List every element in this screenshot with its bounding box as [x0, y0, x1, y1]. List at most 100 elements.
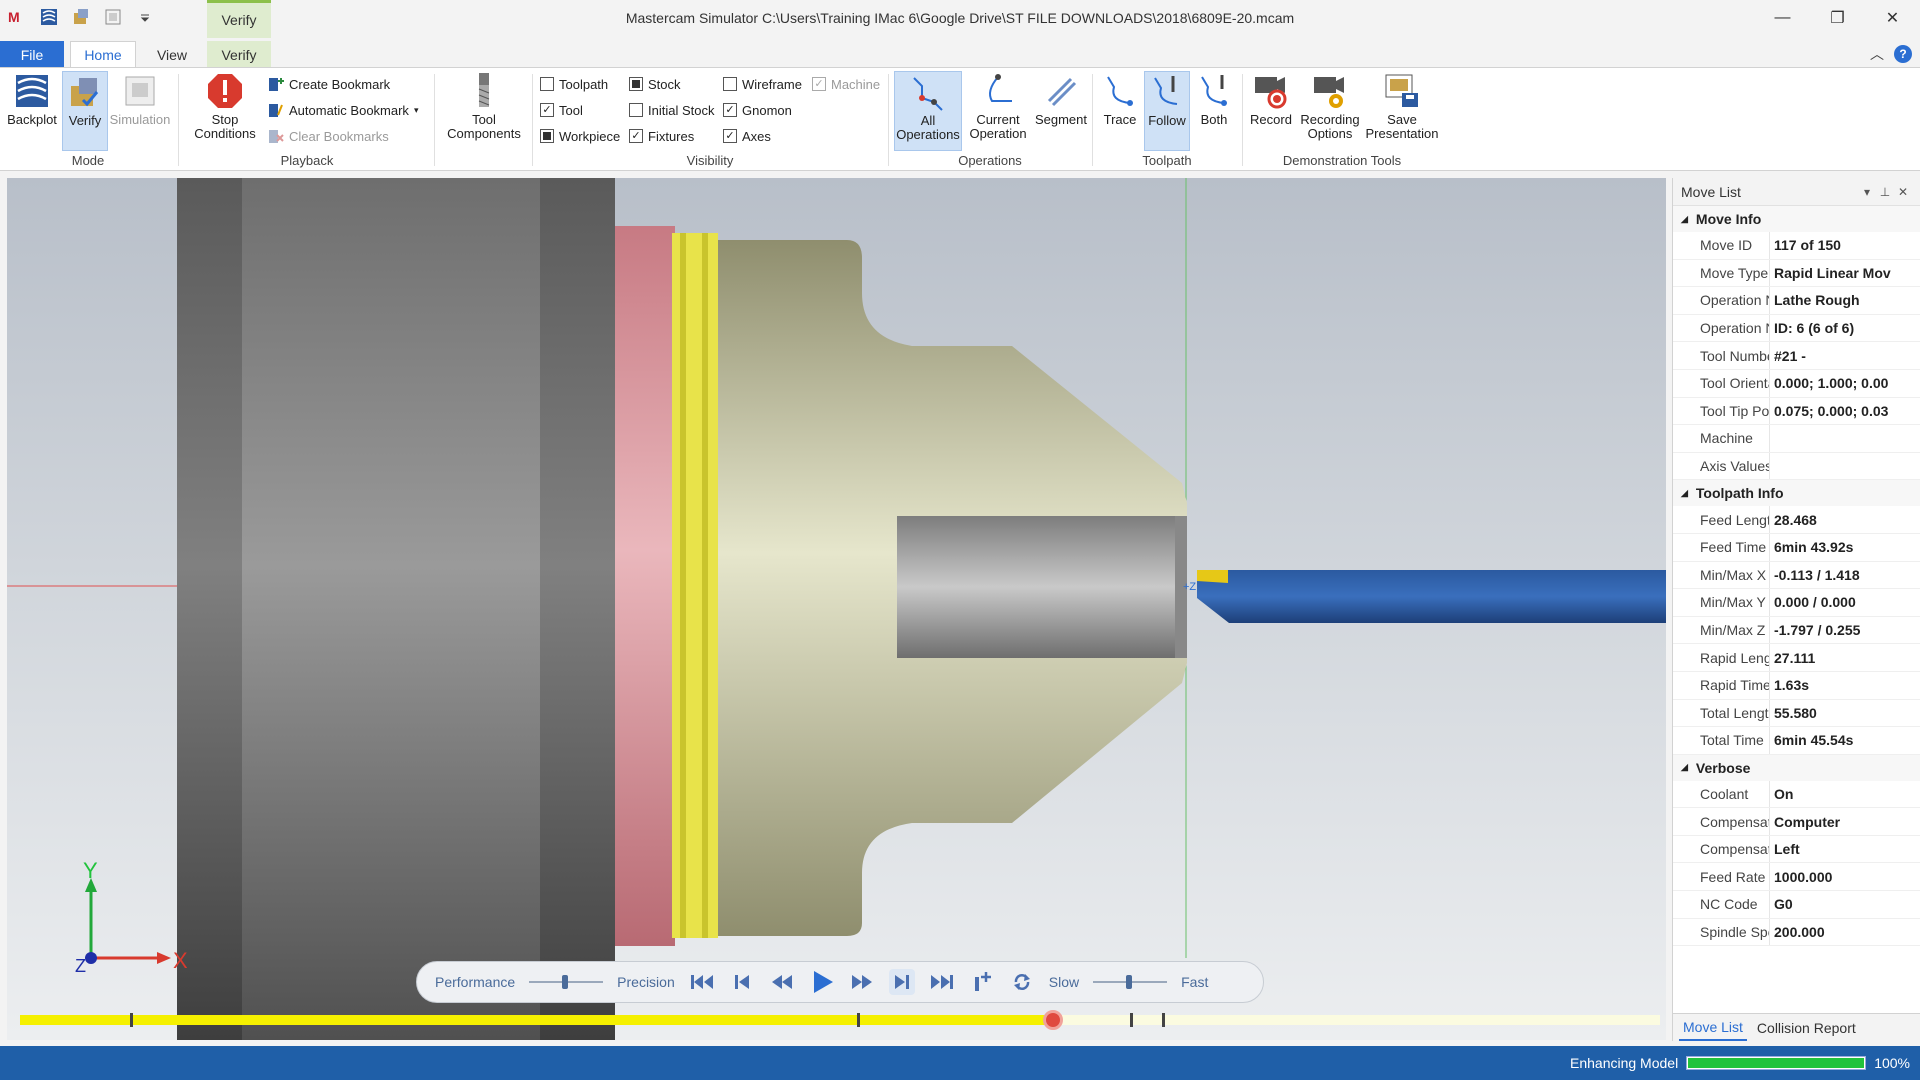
collapse-triangle-icon[interactable]: ◢	[1681, 214, 1688, 225]
stock-checkbox[interactable]: Stock	[629, 74, 681, 94]
fixtures-checkbox[interactable]: ✓ Fixtures	[629, 126, 694, 146]
tab-file[interactable]: File	[0, 41, 64, 68]
property-row[interactable]: Tool Number#21 -	[1673, 342, 1920, 370]
tab-collision-report[interactable]: Collision Report	[1753, 1016, 1860, 1040]
property-row[interactable]: NC Code G0	[1673, 891, 1920, 919]
clear-bookmarks-button[interactable]: Clear Bookmarks	[266, 126, 389, 146]
trace-button[interactable]: Trace	[1098, 71, 1142, 151]
property-row[interactable]: Feed Length28.468	[1673, 506, 1920, 534]
simulation-button[interactable]: Simulation	[108, 71, 172, 151]
property-row[interactable]: Axis Values	[1673, 452, 1920, 481]
simulation-viewport[interactable]: +Z Y X Z Performance Precision Slow Fast	[7, 178, 1666, 1040]
backplot-button[interactable]: Backplot	[4, 71, 60, 151]
property-row[interactable]: Rapid Length27.111	[1673, 644, 1920, 672]
step-forward-button[interactable]	[888, 969, 915, 995]
workpiece-checkbox[interactable]: Workpiece	[540, 126, 620, 146]
create-bookmark-button[interactable]: Create Bookmark	[266, 74, 390, 94]
window-title: Mastercam Simulator C:\Users\Training IM…	[625, 10, 1295, 26]
gnomon-z-label: Z	[75, 956, 86, 976]
property-row[interactable]: Machine	[1673, 425, 1920, 453]
property-row[interactable]: Min/Max X -0.113 / 1.418	[1673, 561, 1920, 590]
toolpath-checkbox[interactable]: Toolpath	[540, 74, 608, 94]
save-presentation-button[interactable]: Save Presentation	[1366, 71, 1439, 151]
property-row[interactable]: Move Type Rapid Linear Mov	[1673, 259, 1920, 288]
timeline-operation-marker[interactable]	[1130, 1013, 1133, 1027]
tab-move-list[interactable]: Move List	[1679, 1015, 1747, 1041]
property-row[interactable]: CompensatiorLeft	[1673, 835, 1920, 864]
step-back-button[interactable]	[729, 969, 755, 995]
tool-components-button[interactable]: Tool Components	[440, 71, 528, 151]
stop-conditions-button[interactable]: Stop Conditions	[186, 71, 264, 151]
axes-checkbox[interactable]: ✓ Axes	[723, 126, 771, 146]
collapse-triangle-icon[interactable]: ◢	[1681, 762, 1688, 773]
collapse-ribbon-icon[interactable]: ︿	[1870, 44, 1884, 64]
collapse-triangle-icon[interactable]: ◢	[1681, 488, 1688, 499]
tool-checkbox[interactable]: ✓ Tool	[540, 100, 583, 120]
recording-options-button[interactable]: Recording Options	[1296, 71, 1364, 151]
play-button[interactable]	[809, 969, 835, 995]
tab-view[interactable]: View	[144, 41, 200, 68]
add-bookmark-button[interactable]	[969, 969, 995, 995]
machine-checkbox[interactable]: ✓ Machine	[812, 74, 880, 94]
close-panel-icon[interactable]: ✕	[1894, 185, 1912, 199]
backplot-quick-icon[interactable]	[38, 6, 60, 28]
wireframe-checkbox[interactable]: Wireframe	[723, 74, 802, 94]
simulation-quick-icon[interactable]	[102, 6, 124, 28]
help-icon[interactable]: ?	[1894, 45, 1912, 63]
all-operations-button[interactable]: All Operations	[894, 71, 962, 151]
go-to-start-button[interactable]	[689, 969, 715, 995]
tab-home[interactable]: Home	[70, 41, 136, 68]
property-row[interactable]: Tool Orientati0.000; 1.000; 0.00	[1673, 369, 1920, 398]
property-row[interactable]: Min/Max Z -1.797 / 0.255	[1673, 616, 1920, 645]
record-button[interactable]: Record	[1246, 71, 1296, 151]
property-row[interactable]: CompensatiorComputer	[1673, 808, 1920, 836]
current-operation-button[interactable]: Current Operation	[964, 71, 1032, 151]
property-row[interactable]: Move ID 117 of 150	[1673, 232, 1920, 260]
timeline-operation-marker[interactable]	[130, 1013, 133, 1027]
minimize-icon[interactable]: —	[1755, 0, 1810, 36]
property-row[interactable]: Min/Max Y 0.000 / 0.000	[1673, 589, 1920, 617]
property-key: Tool Number	[1700, 347, 1769, 364]
loop-button[interactable]	[1009, 969, 1035, 995]
go-to-end-button[interactable]	[929, 969, 955, 995]
initial-stock-checkbox[interactable]: Initial Stock	[629, 100, 714, 120]
verify-button[interactable]: Verify	[62, 71, 108, 151]
fast-forward-button[interactable]	[849, 969, 875, 995]
speed-slider-thumb[interactable]	[1126, 975, 1133, 989]
close-icon[interactable]: ✕	[1865, 0, 1920, 36]
property-section-header[interactable]: ◢ Toolpath Info	[1673, 480, 1920, 507]
mastercam-logo-icon[interactable]: M	[6, 6, 28, 28]
simulation-timeline[interactable]	[20, 1010, 1660, 1030]
gnomon-x-label: X	[173, 948, 187, 973]
property-row[interactable]: Feed Rate 1000.000	[1673, 863, 1920, 892]
property-row[interactable]: Total Length 55.580	[1673, 699, 1920, 728]
property-row[interactable]: Total Time 6min 45.54s	[1673, 727, 1920, 755]
automatic-bookmark-button[interactable]: Automatic Bookmark ▾	[266, 100, 418, 120]
rewind-button[interactable]	[769, 969, 795, 995]
verify-quick-icon[interactable]	[70, 6, 92, 28]
gnomon-checkbox[interactable]: ✓ Gnomon	[723, 100, 792, 120]
property-row[interactable]: Tool Tip Positi0.075; 0.000; 0.03	[1673, 397, 1920, 426]
speed-slider[interactable]	[1093, 974, 1168, 990]
pin-icon[interactable]: ⊥	[1876, 185, 1894, 199]
timeline-operation-marker[interactable]	[857, 1013, 860, 1027]
follow-button[interactable]: Follow	[1144, 71, 1190, 151]
segment-button[interactable]: Segment	[1034, 71, 1088, 151]
restore-icon[interactable]: ❐	[1810, 0, 1865, 36]
customize-dropdown-icon[interactable]	[134, 6, 156, 28]
property-row[interactable]: Feed Time 6min 43.92s	[1673, 533, 1920, 562]
property-row[interactable]: Operation NaLathe Rough	[1673, 287, 1920, 315]
property-row[interactable]: Spindle Speec200.000	[1673, 918, 1920, 947]
quality-slider[interactable]	[529, 974, 604, 990]
operations-group: All Operations Current Operation Segment…	[890, 68, 1090, 172]
property-row[interactable]: Operation NuID: 6 (6 of 6)	[1673, 314, 1920, 343]
timeline-operation-marker[interactable]	[1162, 1013, 1165, 1027]
tab-verify[interactable]: Verify	[207, 41, 271, 68]
panel-dropdown-icon[interactable]: ▾	[1858, 185, 1876, 199]
quality-slider-thumb[interactable]	[562, 975, 569, 989]
both-button[interactable]: Both	[1192, 71, 1236, 151]
property-section-header[interactable]: ◢ Verbose	[1673, 754, 1920, 781]
property-row[interactable]: Coolant On	[1673, 780, 1920, 809]
property-section-header[interactable]: ◢ Move Info	[1673, 206, 1920, 232]
property-row[interactable]: Rapid Time 1.63s	[1673, 671, 1920, 700]
